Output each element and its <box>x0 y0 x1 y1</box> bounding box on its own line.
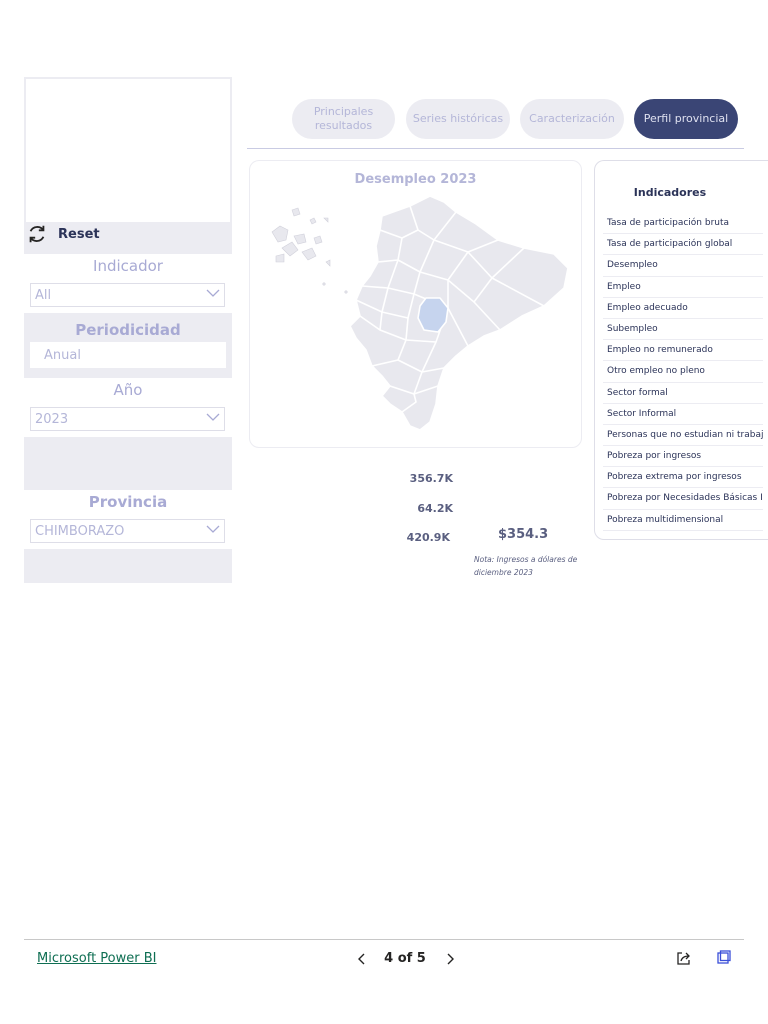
page-indicator: 4 of 5 <box>384 951 426 966</box>
stat-value: 420.9K <box>406 531 450 544</box>
income-value: $354.3 <box>498 527 549 542</box>
periodicidad-selector[interactable]: Anual <box>30 342 226 368</box>
indicator-item[interactable]: Otro empleo no pleno <box>603 361 763 383</box>
stat-value: 64.2K <box>417 502 453 515</box>
indicators-list: Tasa de participación bruta Tasa de part… <box>603 213 763 531</box>
indicator-item[interactable]: Subempleo <box>603 319 763 341</box>
periodicidad-value: Anual <box>44 348 81 363</box>
indicador-dropdown[interactable]: All <box>30 283 225 307</box>
chevron-right-icon[interactable] <box>443 951 457 967</box>
indicator-item[interactable]: Tasa de participación global <box>603 234 763 256</box>
indicator-item[interactable]: Sector Informal <box>603 404 763 425</box>
empty-band <box>24 437 232 490</box>
indicator-item[interactable]: Pobreza extrema por ingresos <box>603 467 763 489</box>
anio-dropdown[interactable]: 2023 <box>30 407 225 431</box>
galapagos-islands[interactable] <box>271 207 348 294</box>
tab-label: Caracterización <box>529 112 615 125</box>
footer-divider <box>24 939 744 940</box>
page-navigator: 4 of 5 <box>355 949 459 969</box>
indicator-item[interactable]: Personas que no estudian ni trabajan <box>603 425 763 447</box>
ecuador-map[interactable] <box>262 190 574 435</box>
indicator-item[interactable]: Pobreza multidimensional <box>603 510 763 531</box>
empty-band-bottom <box>24 549 232 583</box>
chevron-down-icon <box>206 525 220 533</box>
anio-title: Año <box>113 381 143 399</box>
tab-perfil-provincial[interactable]: Perfil provincial <box>634 99 738 139</box>
power-bi-link[interactable]: Microsoft Power BI <box>37 951 156 966</box>
map-title: Desempleo 2023 <box>354 172 477 187</box>
indicators-title: Indicadores <box>633 186 707 199</box>
tab-label: Series históricas <box>412 112 504 125</box>
provincia-value: CHIMBORAZO <box>35 524 125 539</box>
chevron-down-icon <box>206 413 220 421</box>
indicator-item[interactable]: Sector formal <box>603 383 763 404</box>
indicator-item[interactable]: Empleo adecuado <box>603 298 763 319</box>
tab-caracterizacion[interactable]: Caracterización <box>520 99 624 139</box>
mainland-provinces[interactable] <box>349 195 569 431</box>
periodicidad-title: Periodicidad <box>75 321 181 339</box>
reset-button[interactable]: Reset <box>24 222 232 254</box>
tab-divider <box>247 148 744 149</box>
tab-principales-resultados[interactable]: Principales resultados <box>292 99 395 139</box>
indicator-item[interactable]: Empleo <box>603 277 763 298</box>
fullscreen-icon[interactable] <box>717 950 731 964</box>
tab-label: Principales resultados <box>313 105 374 132</box>
income-note: Nota: Ingresos a dólares de diciembre 20… <box>474 555 578 577</box>
tab-series-historicas[interactable]: Series históricas <box>406 99 510 139</box>
provincia-title: Provincia <box>88 493 168 511</box>
indicator-item[interactable]: Desempleo <box>603 255 763 277</box>
indicador-value: All <box>35 288 52 303</box>
logo-placeholder <box>24 77 232 233</box>
reset-label: Reset <box>58 227 100 242</box>
indicator-item[interactable]: Tasa de participación bruta <box>603 213 763 235</box>
provincia-dropdown[interactable]: CHIMBORAZO <box>30 519 225 543</box>
indicator-item[interactable]: Pobreza por Necesidades Básicas Insatisf… <box>603 488 763 510</box>
stat-value: 356.7K <box>409 472 453 485</box>
refresh-icon <box>29 225 45 243</box>
chevron-left-icon[interactable] <box>355 951 369 967</box>
indicator-item[interactable]: Empleo no remunerado <box>603 340 763 362</box>
tab-label: Perfil provincial <box>643 112 729 125</box>
anio-value: 2023 <box>35 412 69 427</box>
indicador-title: Indicador <box>93 257 163 275</box>
chevron-down-icon <box>206 289 220 297</box>
indicator-item[interactable]: Pobreza por ingresos <box>603 446 763 468</box>
share-icon[interactable] <box>676 950 692 966</box>
indicators-card: Indicadores Tasa de participación bruta … <box>594 160 768 540</box>
